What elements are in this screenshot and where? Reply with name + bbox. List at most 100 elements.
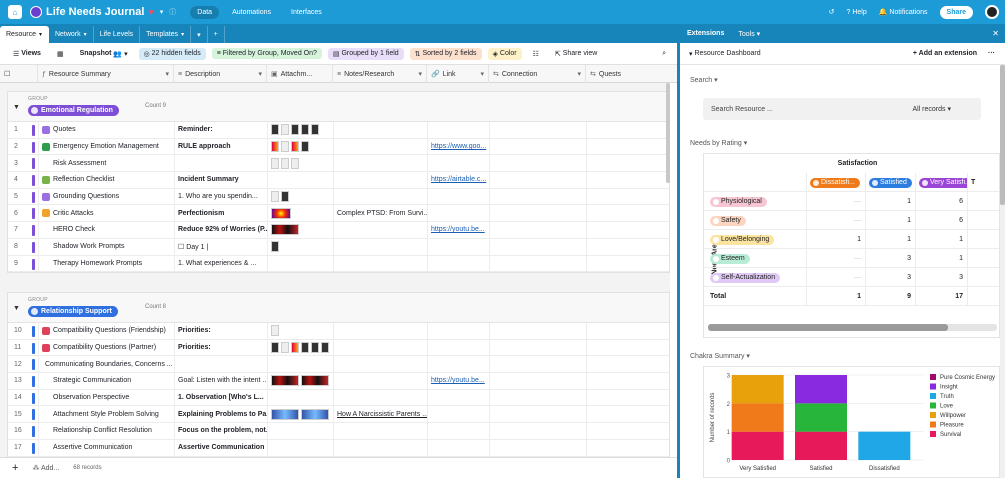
description-cell[interactable]: Focus on the problem, not... [175,423,268,439]
quests-cell[interactable] [587,323,667,339]
attachments-cell[interactable] [268,406,334,423]
pivot-column-header[interactable]: T [968,173,999,192]
tab-automations[interactable]: Automations [225,6,278,19]
attachments-cell[interactable] [268,155,334,172]
snapshot-view[interactable]: Snapshot 👥 ▾ [75,48,133,60]
table-row[interactable]: 4 Reflection Checklist Incident Summary htt… [8,172,669,189]
pivot-row[interactable]: Love/Belonging 1 1 1 [704,230,999,249]
link-cell[interactable] [428,389,490,406]
row-number-cell[interactable]: 7 [8,222,39,238]
link-cell[interactable] [428,323,490,339]
attachment-thumbnail[interactable] [281,124,289,136]
info-icon[interactable]: ⓘ [169,7,176,17]
attachments-cell[interactable] [268,255,334,272]
attachments-cell[interactable] [268,356,334,373]
description-cell[interactable]: Priorities: [175,323,268,339]
pivot-cell[interactable]: 3 [866,268,916,287]
attachment-thumbnail[interactable] [301,342,309,354]
attachments-cell[interactable] [268,138,334,155]
column-notes[interactable]: ≡ Notes/Research ▾ [333,65,427,83]
quests-cell[interactable] [587,139,667,155]
quests-cell[interactable] [587,340,667,356]
description-cell[interactable]: Assertive Communication [175,439,268,456]
resource-summary-cell[interactable]: Compatibility Questions (Friendship) [39,323,175,339]
attachment-thumbnail[interactable] [271,408,299,420]
attachment-thumbnail[interactable] [291,342,299,354]
quests-cell[interactable] [587,172,667,188]
resource-summary-cell[interactable]: Quotes [39,122,175,138]
quests-cell[interactable] [587,189,667,205]
attachments-cell[interactable] [268,323,334,339]
search-scope-select[interactable]: All records ▾ [912,105,951,113]
connection-cell[interactable] [490,423,587,439]
pivot-cell[interactable]: 3 [916,268,968,287]
more-tables-icon[interactable]: ▾ [191,26,208,43]
attachments-cell[interactable] [268,222,334,238]
attachment-thumbnail[interactable] [271,224,299,236]
attachment-thumbnail[interactable] [321,342,329,354]
description-cell[interactable] [175,356,268,373]
row-height-icon[interactable]: ☷ [528,48,544,60]
notes-cell[interactable] [334,122,428,138]
collapse-group-icon[interactable]: ▼ [13,305,20,312]
attachment-thumbnail[interactable] [271,141,279,153]
row-number-cell[interactable]: 12 [8,356,39,373]
notes-cell[interactable] [334,238,428,255]
pivot-cell[interactable]: — [807,192,866,211]
record-search-input[interactable]: Search Resource ... All records ▾ [703,98,981,120]
add-record-icon[interactable]: + [12,462,18,474]
quests-cell[interactable] [587,390,667,406]
group-header[interactable]: ▼ GROUP Emotional Regulation Count 9 [8,92,669,122]
connection-cell[interactable] [490,406,587,423]
resource-summary-cell[interactable]: Observation Perspective [39,389,175,406]
quests-cell[interactable] [587,406,667,422]
connection-cell[interactable] [490,356,587,373]
resource-summary-cell[interactable]: Compatibility Questions (Partner) [39,339,175,356]
row-number-cell[interactable]: 5 [8,188,39,205]
attachment-thumbnail[interactable] [281,157,289,169]
description-cell[interactable]: ☐ Day 1 | [175,238,268,255]
share-button[interactable]: Share [939,5,973,19]
resource-summary-cell[interactable]: Therapy Homework Prompts [39,255,175,272]
column-resource-summary[interactable]: ƒ Resource Summary ▾ [38,65,174,83]
attachments-cell[interactable] [268,423,334,439]
resource-summary-cell[interactable]: Risk Assessment [39,155,175,172]
quests-cell[interactable] [587,205,667,221]
row-number-cell[interactable]: 15 [8,406,39,423]
notes-cell[interactable] [334,138,428,155]
quests-cell[interactable] [587,440,667,456]
link-cell[interactable] [428,423,490,439]
link-cell[interactable]: https://www.goo... [428,138,490,155]
pivot-row[interactable]: Safety — 1 6 [704,211,999,230]
bar-segment-love[interactable] [795,403,847,432]
link-cell[interactable] [428,255,490,272]
row-number-cell[interactable]: 10 [8,323,39,339]
description-cell[interactable]: Incident Summary [175,172,268,188]
column-attachments[interactable]: ▣ Attachm... [267,65,333,83]
connection-cell[interactable] [490,323,587,339]
link-cell[interactable] [428,339,490,356]
close-icon[interactable]: ✕ [992,29,999,38]
row-number-cell[interactable]: 3 [8,155,39,172]
table-row[interactable]: 11 Compatibility Questions (Partner) Prior… [8,339,669,357]
row-number-cell[interactable]: 16 [8,423,39,439]
views-button[interactable]: ☰ Views [8,48,46,60]
quests-cell[interactable] [587,373,667,389]
description-cell[interactable]: 1. What experiences & ... [175,255,268,272]
attachment-thumbnail[interactable] [311,124,319,136]
attachments-cell[interactable] [268,339,334,356]
tab-extensions[interactable]: Extensions [687,30,724,37]
column-description[interactable]: ≡ Description ▾ [174,65,267,83]
resource-summary-cell[interactable]: Emergency Emotion Management [39,138,175,155]
row-number-cell[interactable]: 17 [8,439,39,456]
chakra-section-label[interactable]: Chakra Summary ▾ [690,352,750,360]
quests-cell[interactable] [587,423,667,439]
notes-cell[interactable] [334,222,428,238]
attachments-cell[interactable] [268,238,334,255]
table-row[interactable]: 9 Therapy Homework Prompts 1. What experie… [8,255,669,273]
description-cell[interactable]: Goal: Listen with the intent ... [175,373,268,389]
attachment-thumbnail[interactable] [271,342,279,354]
group-header[interactable]: ▼ GROUP Relationship Support Count 8 [8,293,669,323]
bar-segment-insight[interactable] [795,375,847,404]
table-tab-network[interactable]: Network ▾ [49,26,94,43]
